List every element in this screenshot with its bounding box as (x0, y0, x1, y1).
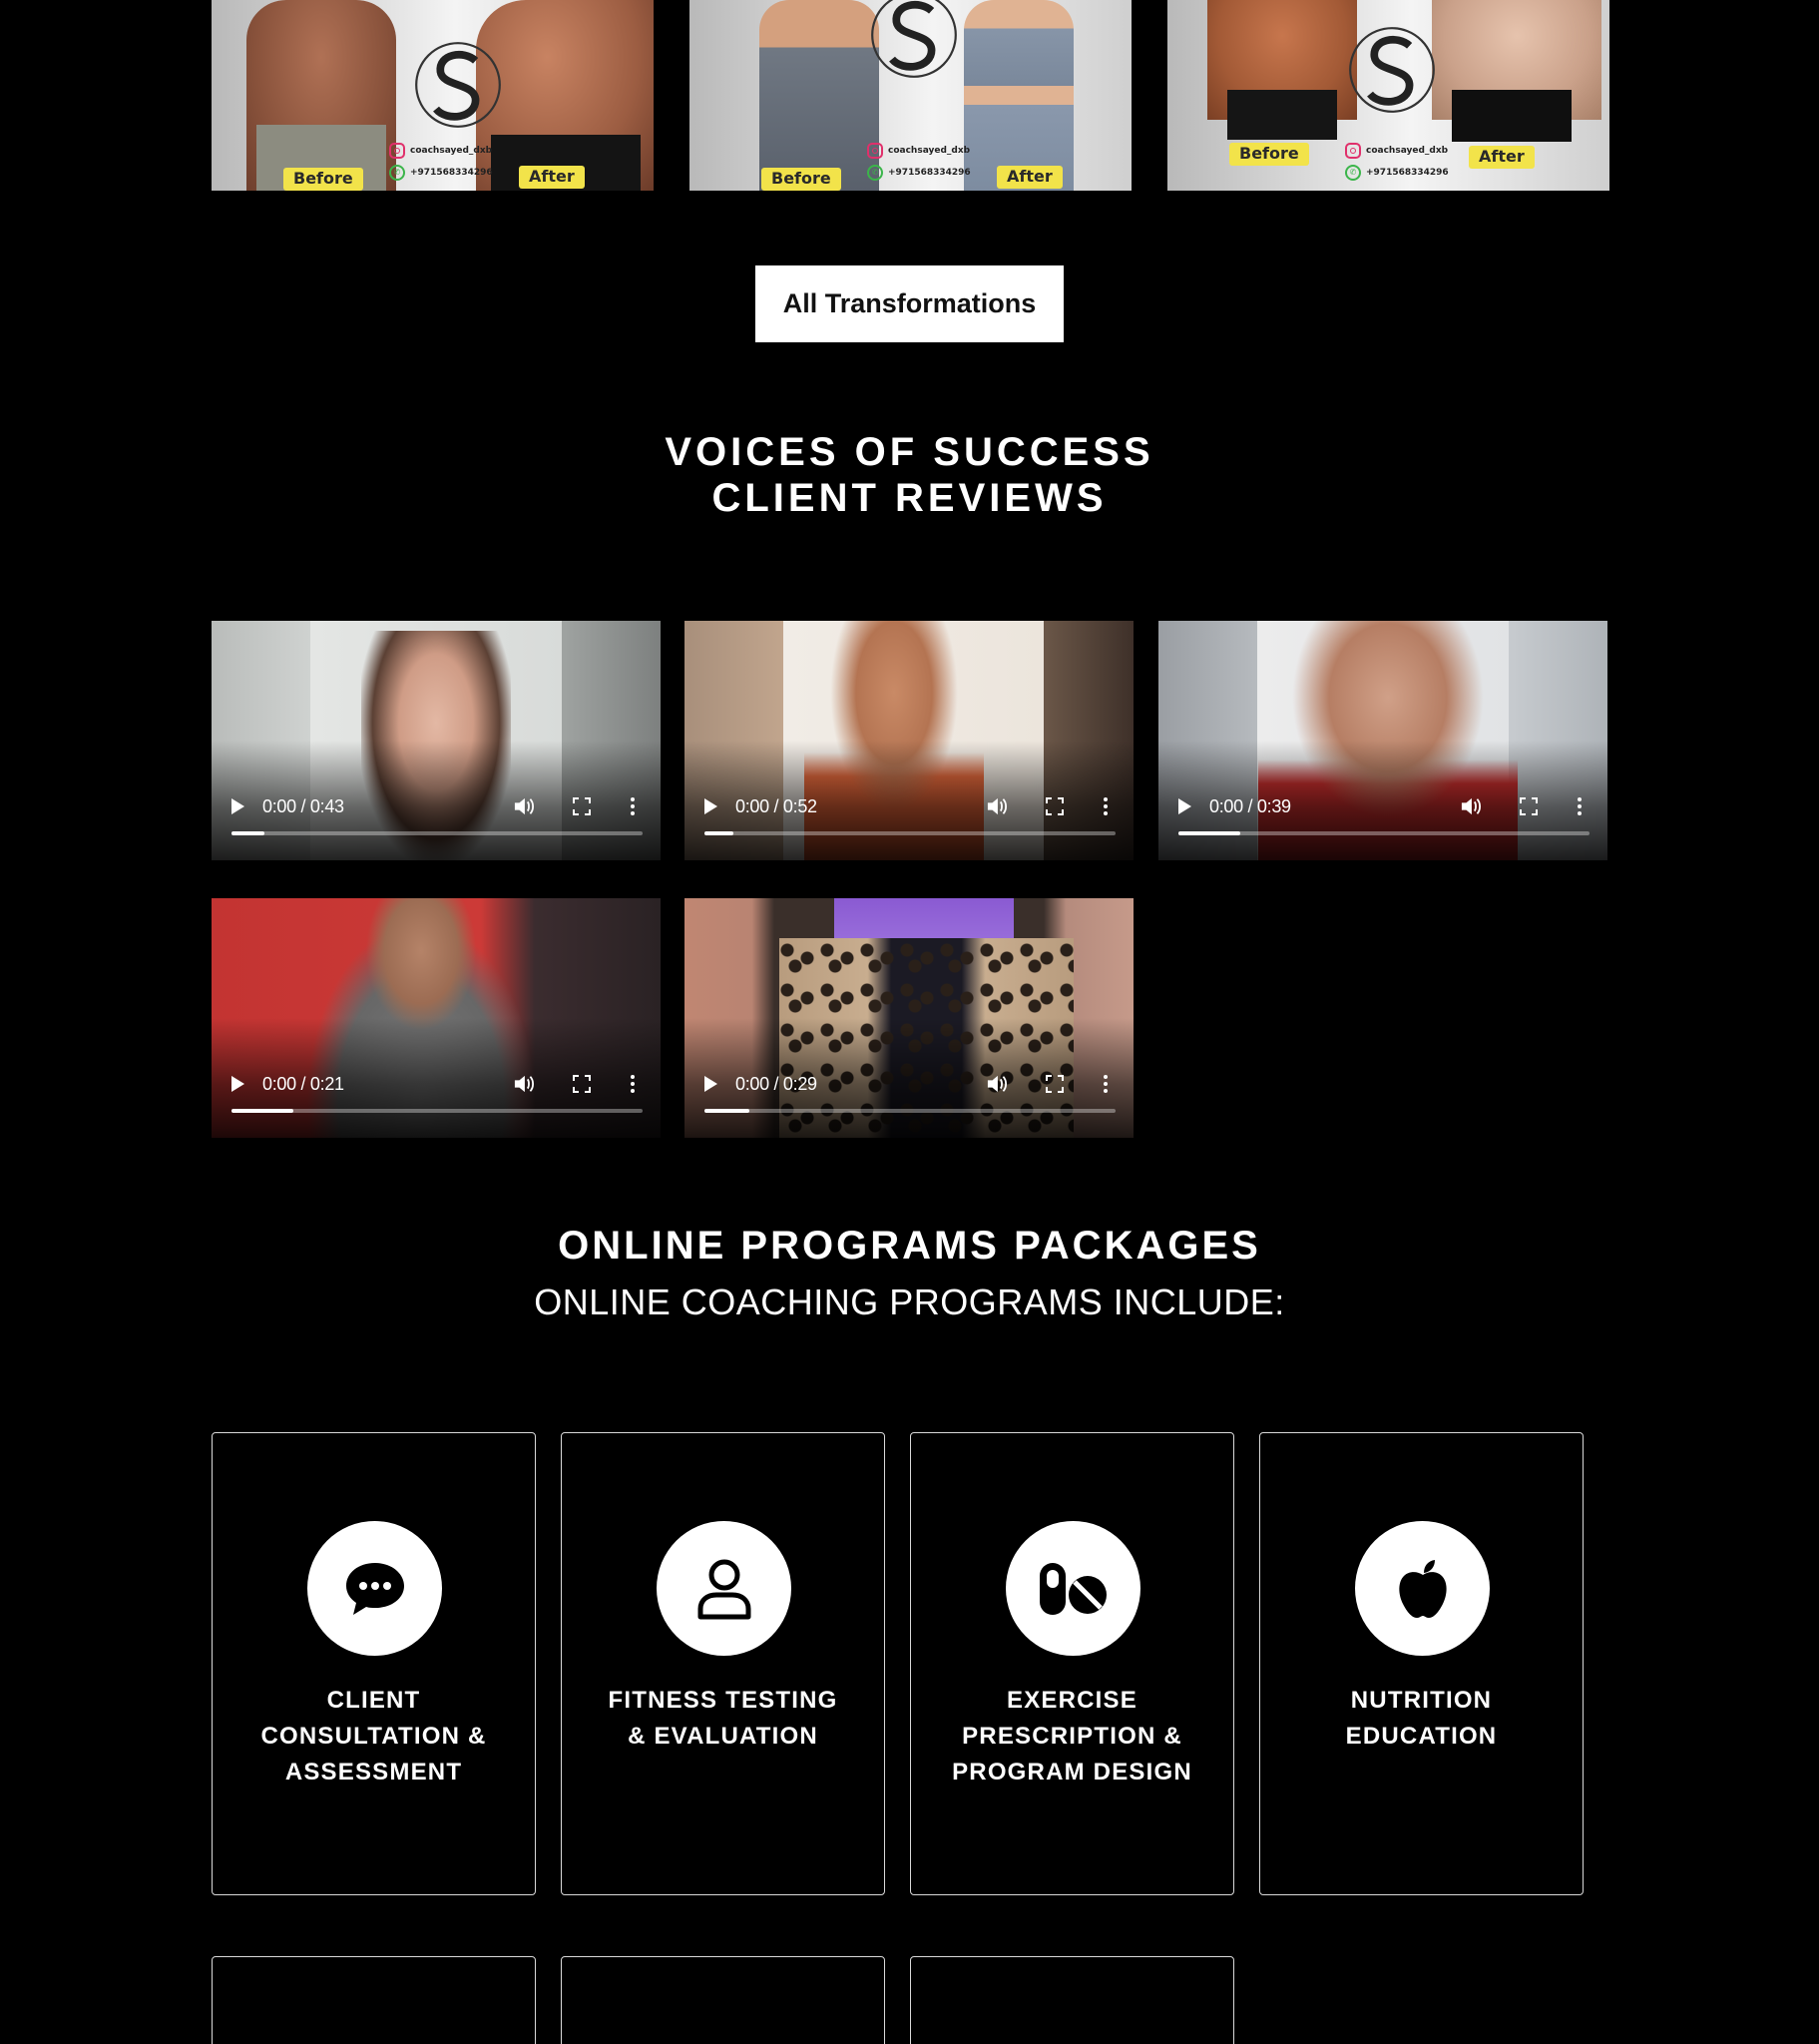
programs-subheading: ONLINE COACHING PROGRAMS INCLUDE: (534, 1281, 1285, 1322)
video-progress-bar[interactable] (704, 831, 1116, 835)
contact-info: coachsayed_dxb ✆ +971568334296 (389, 140, 493, 184)
brand-logo-icon (1349, 27, 1435, 113)
pills-icon (1039, 1562, 1107, 1615)
fullscreen-icon[interactable] (573, 1075, 591, 1093)
program-title: NUTRITION EDUCATION (1345, 1687, 1498, 1750)
video-time: 0:00 / 0:39 (1209, 795, 1291, 816)
after-badge: After (1469, 146, 1535, 169)
review-video[interactable]: 0:00 / 0:43 (212, 621, 661, 860)
after-body-image (964, 0, 1074, 191)
program-card (561, 1956, 885, 2044)
video-controls: 0:00 / 0:39 (1158, 788, 1607, 824)
program-card-nutrition: NUTRITION EDUCATION (1259, 1432, 1584, 1895)
before-badge: Before (283, 168, 363, 191)
apple-icon (1398, 1559, 1447, 1618)
program-card (212, 1956, 536, 2044)
video-time: 0:00 / 0:52 (735, 795, 817, 816)
play-icon[interactable] (704, 798, 717, 814)
play-icon[interactable] (231, 798, 244, 814)
fullscreen-icon[interactable] (1520, 797, 1538, 815)
icon-circle (307, 1521, 442, 1656)
before-badge: Before (761, 168, 841, 191)
fullscreen-icon[interactable] (1046, 1075, 1064, 1093)
before-shorts (1227, 90, 1337, 140)
fullscreen-icon[interactable] (573, 797, 591, 815)
video-time: 0:00 / 0:21 (262, 1073, 344, 1094)
play-icon[interactable] (231, 1076, 244, 1092)
program-title: CLIENT CONSULTATION & ASSESSMENT (260, 1687, 487, 1786)
after-shorts (1452, 90, 1572, 142)
program-card-consultation: CLIENT CONSULTATION & ASSESSMENT (212, 1432, 536, 1895)
more-options-icon[interactable] (1104, 797, 1108, 815)
program-card (910, 1956, 1234, 2044)
icon-circle (1006, 1521, 1140, 1656)
video-progress-bar[interactable] (231, 1109, 643, 1113)
brand-logo-icon (415, 42, 501, 128)
contact-info: coachsayed_dxb ✆ +971568334296 (867, 140, 971, 184)
video-progress-bar[interactable] (704, 1109, 1116, 1113)
video-controls: 0:00 / 0:43 (212, 788, 661, 824)
more-options-icon[interactable] (631, 797, 635, 815)
more-options-icon[interactable] (1578, 797, 1582, 815)
brand-logo-icon (871, 0, 957, 78)
video-progress-bar[interactable] (1178, 831, 1590, 835)
transformation-card[interactable]: coachsayed_dxb ✆ +971568334296 Before Aft… (1167, 0, 1609, 191)
video-controls: 0:00 / 0:21 (212, 1066, 661, 1102)
video-controls: 0:00 / 0:52 (684, 788, 1134, 824)
volume-icon[interactable] (513, 1074, 535, 1094)
instagram-icon (867, 143, 883, 159)
all-transformations-button[interactable]: All Transformations (755, 265, 1064, 342)
reviews-heading-line2: CLIENT REVIEWS (711, 476, 1108, 520)
program-card-exercise-prescription: EXERCISE PRESCRIPTION & PROGRAM DESIGN (910, 1432, 1234, 1895)
whatsapp-icon: ✆ (389, 165, 405, 181)
video-time: 0:00 / 0:29 (735, 1073, 817, 1094)
icon-circle (1355, 1521, 1490, 1656)
program-card-fitness-testing: FITNESS TESTING & EVALUATION (561, 1432, 885, 1895)
instagram-icon (1345, 143, 1361, 159)
transformation-card[interactable]: coachsayed_dxb ✆ +971568334296 Before Aft… (689, 0, 1132, 191)
review-video[interactable]: 0:00 / 0:29 (684, 898, 1134, 1138)
programs-heading: ONLINE PROGRAMS PACKAGES (558, 1224, 1261, 1268)
volume-icon[interactable] (513, 796, 535, 816)
review-video[interactable]: 0:00 / 0:52 (684, 621, 1134, 860)
user-icon (697, 1559, 750, 1619)
whatsapp-icon: ✆ (867, 165, 883, 181)
video-progress-bar[interactable] (231, 831, 643, 835)
program-title: EXERCISE PRESCRIPTION & PROGRAM DESIGN (952, 1687, 1192, 1786)
review-video[interactable]: 0:00 / 0:39 (1158, 621, 1607, 860)
instagram-icon (389, 143, 405, 159)
review-video[interactable]: 0:00 / 0:21 (212, 898, 661, 1138)
video-time: 0:00 / 0:43 (262, 795, 344, 816)
video-controls: 0:00 / 0:29 (684, 1066, 1134, 1102)
volume-icon[interactable] (986, 796, 1008, 816)
volume-icon[interactable] (986, 1074, 1008, 1094)
more-options-icon[interactable] (1104, 1075, 1108, 1093)
more-options-icon[interactable] (631, 1075, 635, 1093)
play-icon[interactable] (1178, 798, 1191, 814)
reviews-heading: VOICES OF SUCCESS CLIENT REVIEWS (0, 429, 1819, 521)
icon-circle (657, 1521, 791, 1656)
play-icon[interactable] (704, 1076, 717, 1092)
chat-bubble-icon (345, 1562, 404, 1615)
program-title: FITNESS TESTING & EVALUATION (608, 1687, 838, 1750)
after-badge: After (997, 166, 1063, 189)
after-badge: After (519, 166, 585, 189)
fullscreen-icon[interactable] (1046, 797, 1064, 815)
transformation-card[interactable]: coachsayed_dxb ✆ +971568334296 Before Aft… (212, 0, 654, 191)
contact-info: coachsayed_dxb ✆ +971568334296 (1345, 140, 1449, 184)
whatsapp-icon: ✆ (1345, 165, 1361, 181)
before-badge: Before (1229, 143, 1309, 166)
reviews-heading-line1: VOICES OF SUCCESS (665, 430, 1154, 474)
volume-icon[interactable] (1460, 796, 1482, 816)
